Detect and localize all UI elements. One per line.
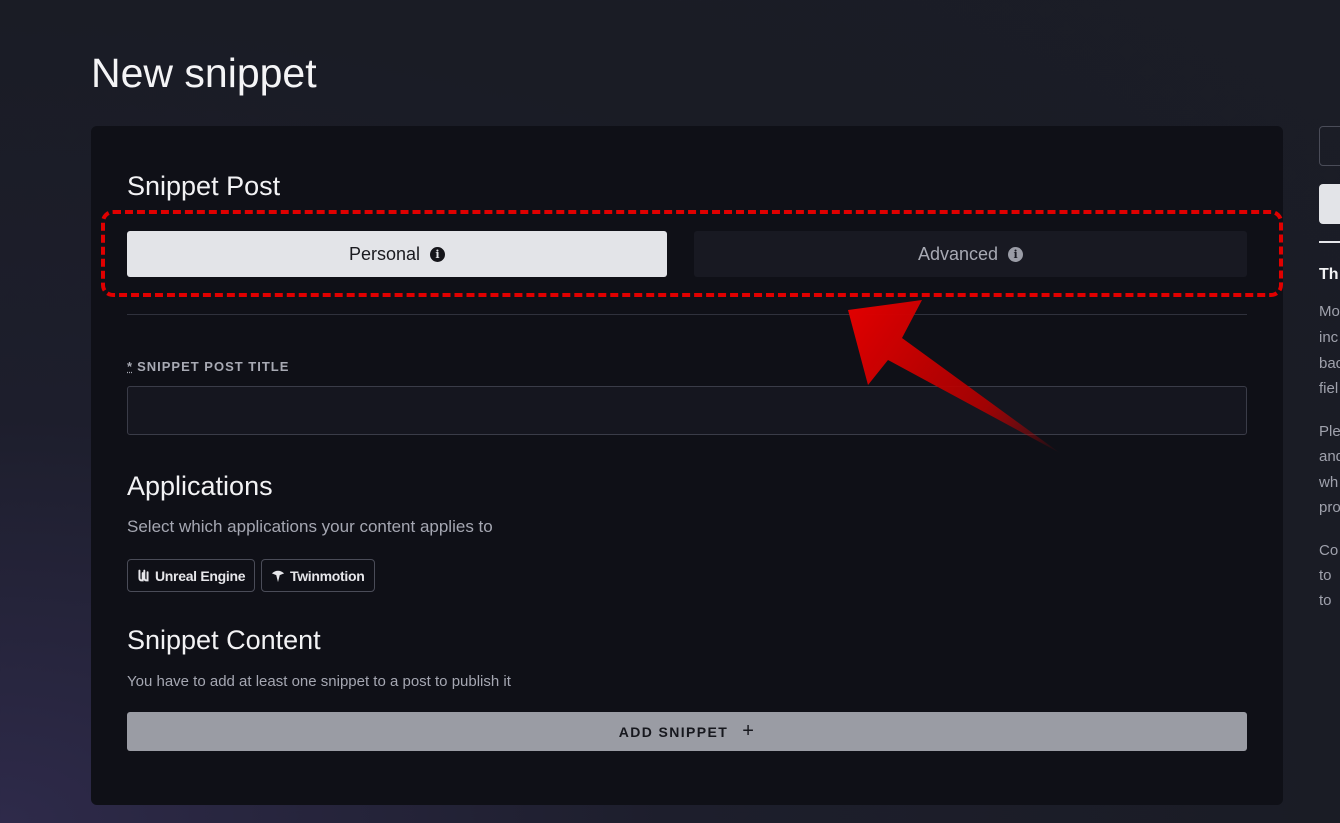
unreal-engine-chip-label: Unreal Engine	[155, 567, 246, 584]
side-panel-line: Ple	[1319, 423, 1340, 440]
side-panel-line: to	[1319, 592, 1332, 609]
snippet-post-title-label-text: SNIPPET POST TITLE	[137, 359, 290, 374]
side-panel-tab-indicator	[1319, 241, 1340, 243]
side-panel-line: pro	[1319, 499, 1340, 516]
twinmotion-chip[interactable]: Twinmotion	[261, 559, 375, 592]
twinmotion-chip-label: Twinmotion	[290, 567, 365, 584]
side-panel-line: Mo	[1319, 303, 1340, 320]
side-panel-line: bac	[1319, 355, 1340, 372]
highlight-annotation-box	[101, 210, 1283, 297]
add-snippet-button[interactable]: ADD SNIPPET +	[127, 712, 1247, 751]
applications-heading: Applications	[127, 471, 273, 501]
side-panel-line: and	[1319, 448, 1340, 465]
required-marker: *	[127, 359, 134, 374]
side-panel-line: fiel	[1319, 380, 1339, 397]
snippet-content-description: You have to add at least one snippet to …	[127, 673, 511, 690]
snippet-content-heading: Snippet Content	[127, 625, 321, 655]
page-title: New snippet	[91, 50, 317, 96]
side-panel-line: to	[1319, 567, 1332, 584]
side-panel-heading: Th	[1319, 266, 1339, 283]
side-panel-filled-button[interactable]	[1319, 184, 1340, 224]
snippet-post-title-label: * SNIPPET POST TITLE	[127, 359, 289, 374]
snippet-post-heading: Snippet Post	[127, 171, 281, 201]
side-panel-line: wh	[1319, 474, 1339, 491]
applications-description: Select which applications your content a…	[127, 517, 493, 536]
unreal-engine-icon	[138, 569, 149, 582]
add-snippet-label: ADD SNIPPET	[618, 723, 729, 740]
snippet-post-title-input[interactable]	[127, 386, 1247, 435]
unreal-engine-chip[interactable]: Unreal Engine	[127, 559, 256, 592]
side-panel-line: inc	[1319, 329, 1339, 346]
twinmotion-icon	[271, 570, 285, 582]
side-panel-line: Co	[1319, 542, 1339, 559]
plus-icon: +	[742, 720, 756, 742]
side-panel-outline-button[interactable]	[1319, 126, 1340, 166]
divider	[127, 314, 1247, 315]
